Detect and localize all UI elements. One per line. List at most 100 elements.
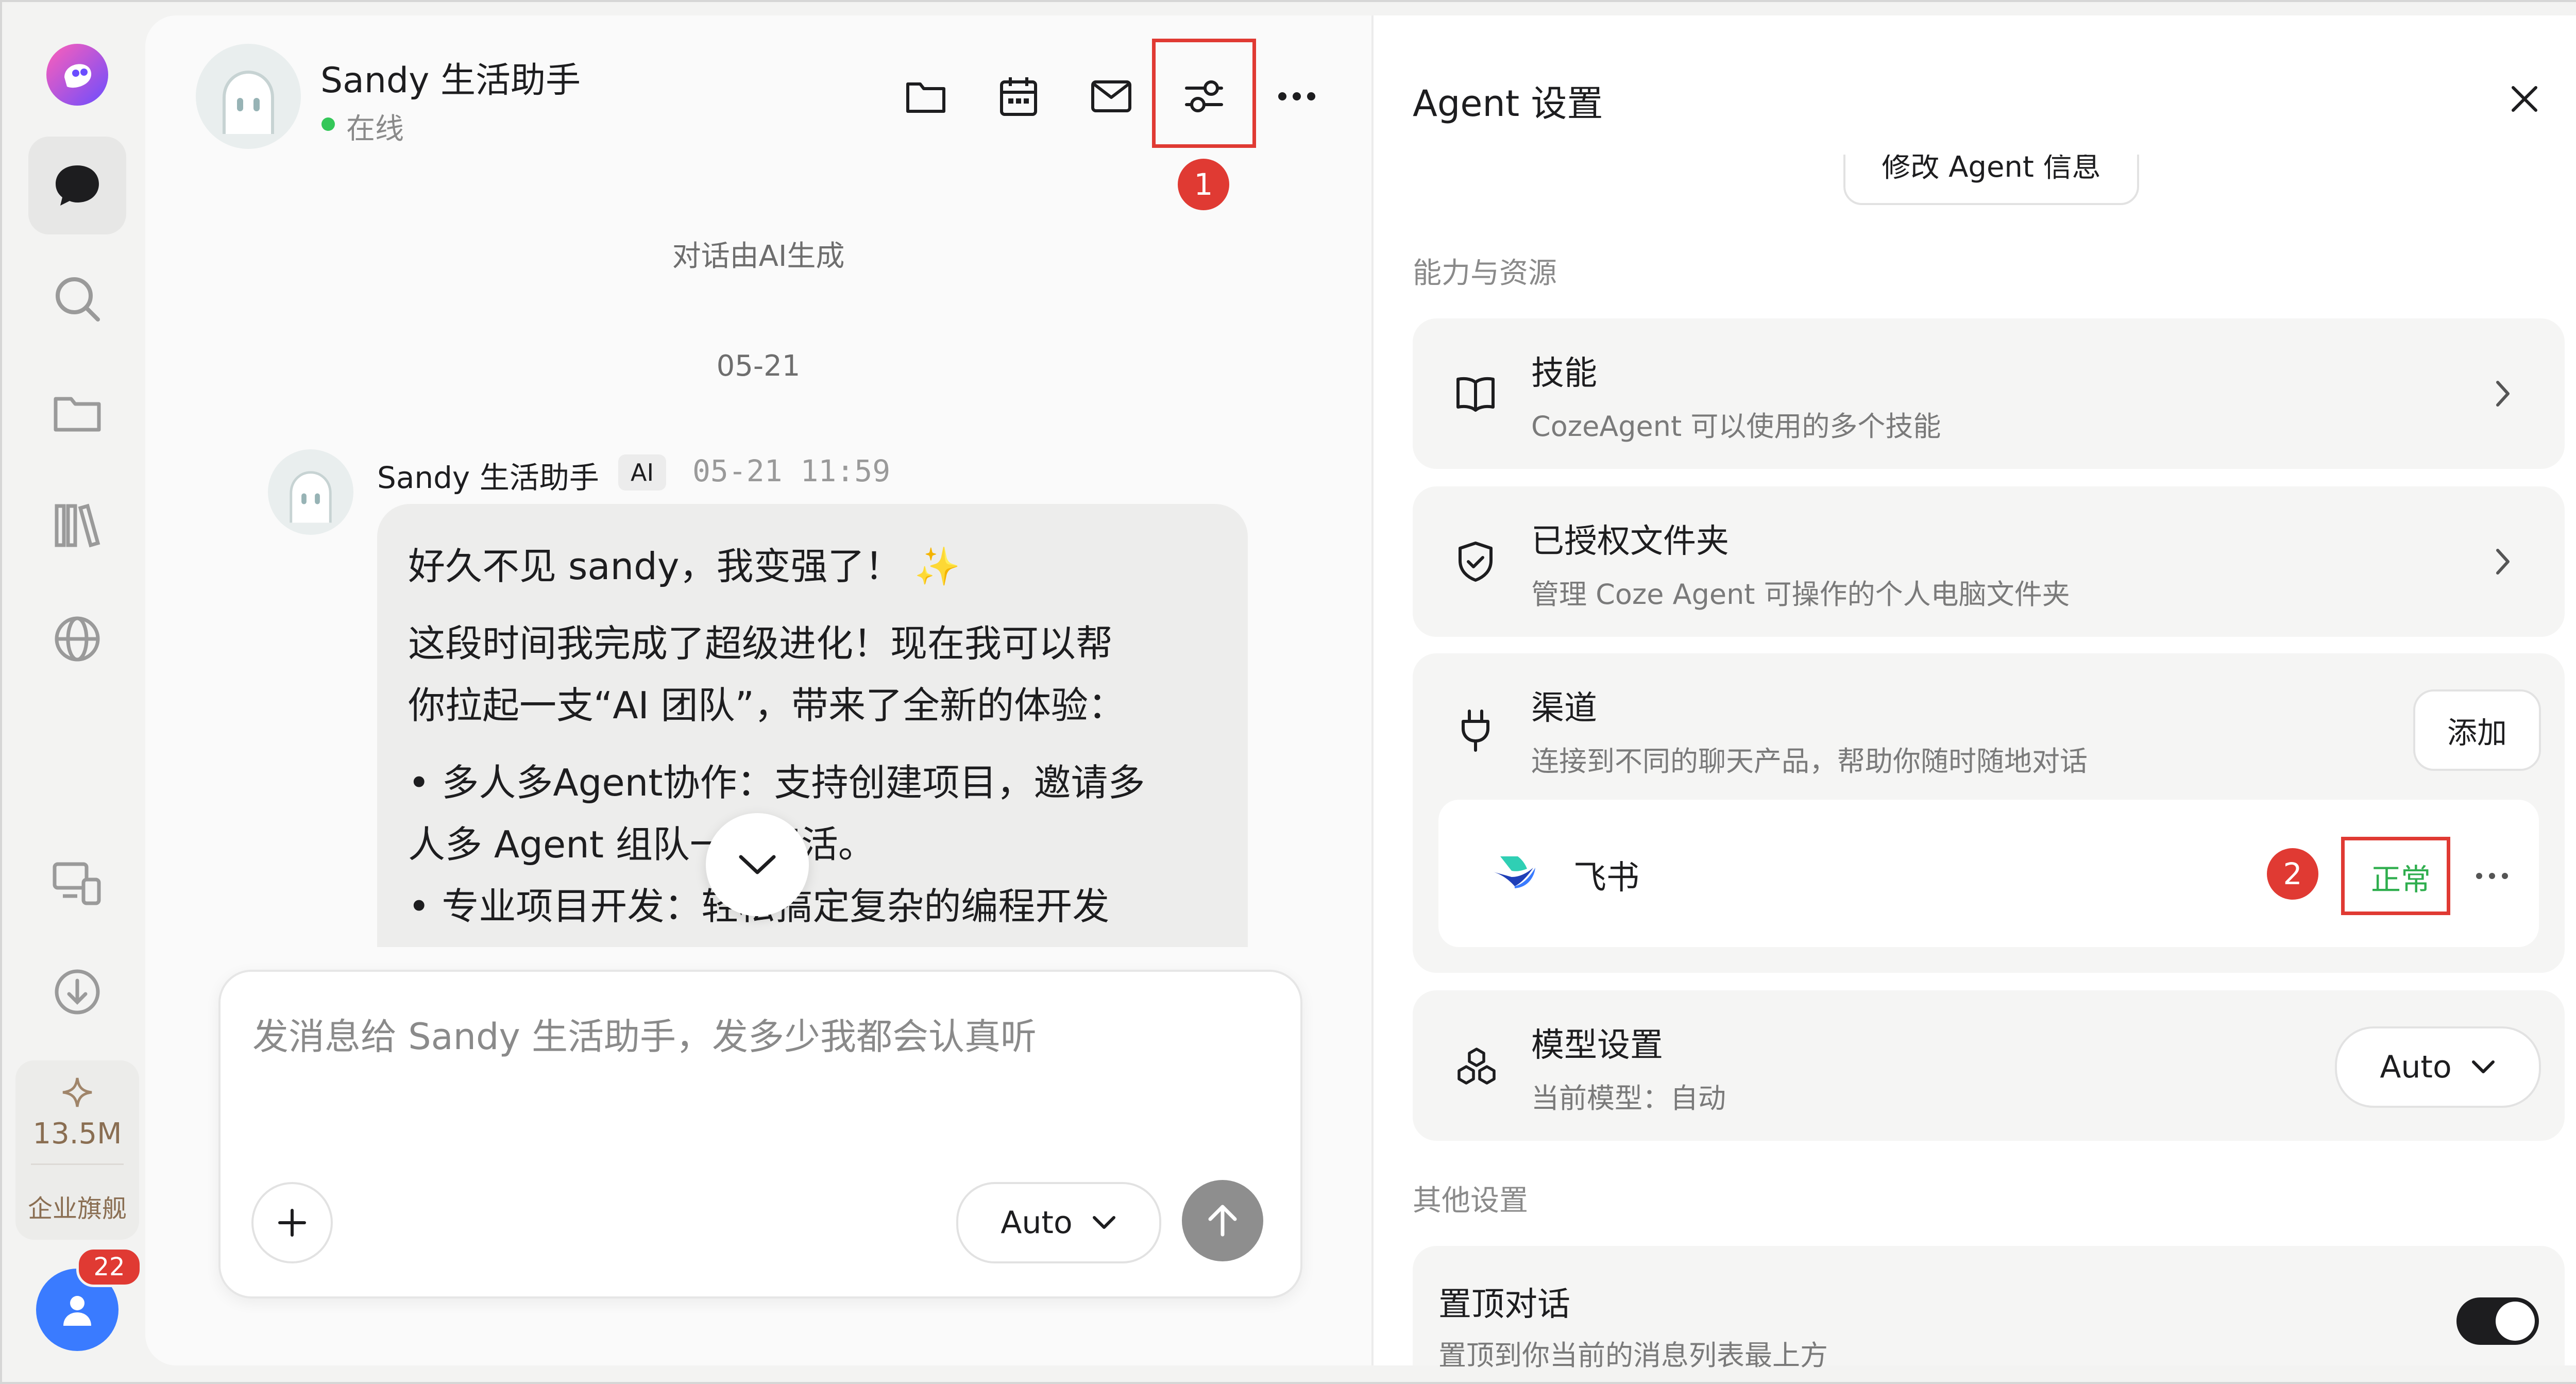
pin-toggle[interactable] <box>2456 1297 2539 1345</box>
scroll-clip: 修改 Agent 信息 <box>1374 155 2576 213</box>
model-select-value: Auto <box>1001 1205 1073 1241</box>
online-dot <box>321 117 335 131</box>
step-marker-2: 2 <box>2267 848 2318 900</box>
ai-notice: 对话由AI生成 <box>672 240 845 273</box>
pin-title: 置顶对话 <box>1438 1286 1570 1324</box>
highlight-box-settings <box>1152 39 1256 148</box>
model-dropdown[interactable]: Auto <box>2335 1026 2541 1108</box>
step-marker-1: 1 <box>1178 159 1229 210</box>
download-icon <box>55 969 100 1015</box>
message-line-2: 这段时间我完成了超级进化！现在我可以帮 <box>408 622 1113 665</box>
plan-label: 企业旗舰 <box>27 1194 127 1223</box>
devices-icon <box>53 862 101 905</box>
skills-title: 技能 <box>1531 355 1597 393</box>
arrow-up-icon <box>1208 1205 1237 1237</box>
credit-amount: 13.5M <box>32 1117 122 1151</box>
attach-button[interactable] <box>251 1182 333 1263</box>
calendar-icon <box>1000 77 1037 116</box>
scroll-down-button[interactable] <box>706 813 809 916</box>
notification-badge: 22 <box>76 1247 142 1287</box>
panel-title: Agent 设置 <box>1413 82 1603 125</box>
model-card: 模型设置 当前模型：自动 Auto <box>1413 990 2565 1141</box>
message-line-4: • 多人多Agent协作：支持创建项目，邀请多 <box>408 761 1145 804</box>
device-nav-button[interactable] <box>28 835 126 933</box>
agent-avatar <box>196 44 301 149</box>
composer: 发消息给 Sandy 生活助手，发多少我都会认真听 Auto <box>218 970 1302 1298</box>
message-sender: Sandy 生活助手 <box>377 460 599 495</box>
chevron-right-icon <box>2495 379 2511 410</box>
message-avatar <box>268 449 353 535</box>
folder-icon <box>906 82 945 113</box>
plug-icon <box>1460 709 1491 754</box>
message-time: 05-21 11:59 <box>692 453 891 488</box>
message-line-3: 你拉起一支“AI 团队”，带来了全新的体验： <box>408 684 1125 727</box>
mail-icon <box>1091 80 1131 112</box>
feishu-name: 飞书 <box>1573 859 1639 897</box>
feishu-more-button[interactable] <box>2475 872 2509 882</box>
skills-subtitle: CozeAgent 可以使用的多个技能 <box>1531 410 1941 443</box>
agent-name: Sandy 生活助手 <box>320 60 581 101</box>
credit-card[interactable]: 13.5M 企业旗舰 <box>15 1060 139 1240</box>
pin-card: 置顶对话 置顶到你当前的消息列表最上方 <box>1413 1246 2565 1372</box>
more-dots-icon <box>1278 92 1315 100</box>
plus-icon <box>278 1209 306 1237</box>
search-icon <box>56 277 100 322</box>
calendar-button[interactable] <box>980 58 1057 135</box>
folder-icon <box>54 397 101 432</box>
divider <box>31 1163 124 1165</box>
message-input[interactable]: 发消息给 Sandy 生活助手，发多少我都会认真听 <box>252 1008 1037 1060</box>
explore-nav-button[interactable] <box>28 590 126 688</box>
message-line-1: 好久不见 sandy，我变强了！ ✨ <box>408 545 961 588</box>
more-dots-icon <box>2476 873 2508 879</box>
ghost-icon <box>223 70 274 134</box>
model-select[interactable]: Auto <box>956 1182 1161 1263</box>
globe-icon <box>55 616 100 662</box>
folders-card[interactable]: 已授权文件夹 管理 Coze Agent 可操作的个人电脑文件夹 <box>1413 486 2565 637</box>
chat-nav-button[interactable] <box>28 137 126 234</box>
chevron-down-icon <box>1092 1216 1115 1229</box>
feishu-channel-row: 飞书 2 正常 <box>1438 800 2539 947</box>
toggle-knob <box>2496 1302 2535 1341</box>
skills-card[interactable]: 技能 CozeAgent 可以使用的多个技能 <box>1413 318 2565 469</box>
folder-nav-button[interactable] <box>28 363 126 461</box>
channels-subtitle: 连接到不同的聊天产品，帮助你随时随地对话 <box>1531 745 2088 778</box>
section-abilities: 能力与资源 <box>1413 257 1557 290</box>
feishu-logo <box>1490 851 1539 894</box>
model-title: 模型设置 <box>1531 1026 1663 1065</box>
message-bubble: 好久不见 sandy，我变强了！ ✨ 这段时间我完成了超级进化！现在我可以帮 你拉… <box>377 504 1248 947</box>
search-nav-button[interactable] <box>28 250 126 348</box>
library-nav-button[interactable] <box>28 477 126 575</box>
channels-title: 渠道 <box>1531 689 1597 728</box>
chevron-down-icon <box>739 855 776 874</box>
highlight-box-status <box>2341 837 2450 915</box>
model-dropdown-value: Auto <box>2380 1049 2452 1085</box>
date-divider: 05-21 <box>716 349 801 383</box>
chevron-down-icon <box>2471 1060 2495 1073</box>
app-logo[interactable] <box>44 41 111 108</box>
close-button[interactable] <box>2494 68 2555 130</box>
download-nav-button[interactable] <box>28 943 126 1041</box>
mail-button[interactable] <box>1073 58 1150 135</box>
model-cubes-icon <box>1456 1047 1497 1088</box>
model-subtitle: 当前模型：自动 <box>1531 1082 1726 1115</box>
sparkles-icon: ✨ <box>914 545 961 588</box>
files-button[interactable] <box>887 58 964 135</box>
left-rail: 13.5M 企业旗舰 22 <box>0 0 144 1384</box>
close-icon <box>2512 86 2537 112</box>
channels-card: 渠道 连接到不同的聊天产品，帮助你随时随地对话 添加 飞书 2 正常 <box>1413 653 2565 973</box>
folders-title: 已授权文件夹 <box>1531 522 1729 561</box>
edit-agent-button[interactable]: 修改 Agent 信息 <box>1843 155 2139 205</box>
ai-tag: AI <box>618 454 667 491</box>
ghost-icon <box>290 471 332 523</box>
more-button[interactable] <box>1258 58 1335 135</box>
sparkle-icon <box>61 1076 94 1111</box>
chat-bubble-icon <box>56 165 99 206</box>
book-icon <box>1455 375 1496 414</box>
send-button[interactable] <box>1182 1180 1263 1261</box>
shield-icon <box>1457 541 1494 584</box>
chevron-right-icon <box>2495 547 2511 578</box>
folders-subtitle: 管理 Coze Agent 可操作的个人电脑文件夹 <box>1531 578 2070 611</box>
add-channel-button[interactable]: 添加 <box>2413 689 2541 771</box>
library-icon <box>55 503 100 548</box>
online-status: 在线 <box>346 112 404 146</box>
